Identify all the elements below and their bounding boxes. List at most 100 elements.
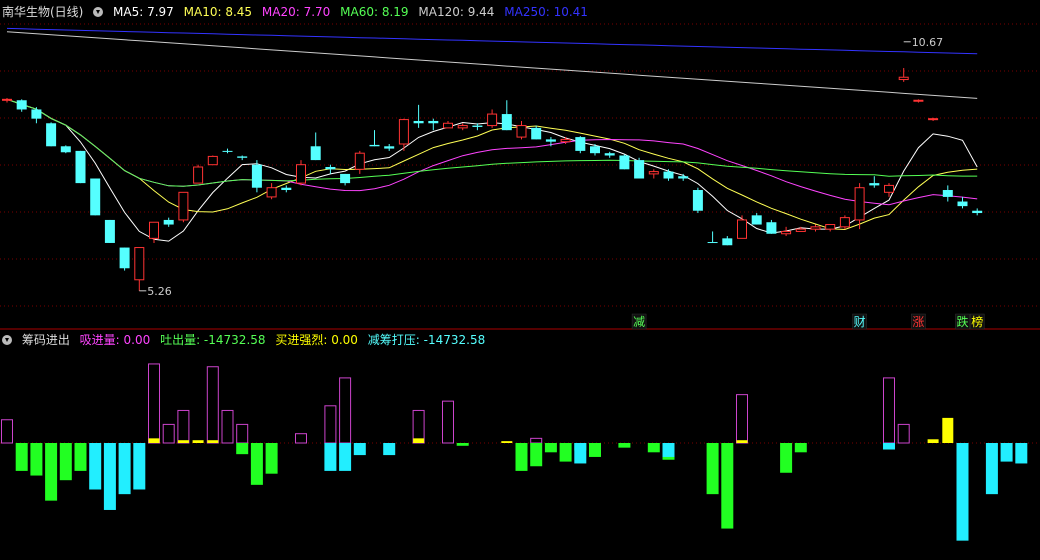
candle-body bbox=[340, 173, 351, 184]
release-bar bbox=[250, 443, 263, 485]
absorb-bar bbox=[412, 409, 425, 444]
candle-body bbox=[604, 153, 615, 156]
candle-body bbox=[149, 221, 159, 239]
candle-body bbox=[207, 155, 218, 166]
absorb-label: 吸进量: 0.00 bbox=[79, 333, 151, 347]
collapse-icon[interactable] bbox=[93, 7, 104, 17]
release-bar bbox=[15, 443, 28, 471]
release-bar bbox=[721, 443, 734, 529]
candle-body bbox=[575, 137, 586, 151]
release-label: 吐出量: -14732.58 bbox=[160, 333, 266, 347]
candle-body bbox=[707, 242, 718, 244]
event-marker: 榜 bbox=[971, 314, 983, 329]
candle-body bbox=[443, 122, 453, 129]
chart-canvas: 5.26 10.67 减 财 涨 跌榜 bbox=[0, 23, 1040, 541]
candle-body bbox=[163, 219, 174, 225]
candle-body bbox=[678, 176, 689, 179]
chart-stage: 5.26 10.67 减 财 涨 跌榜 南华生物(日线) MA5: 7.97 MA10: … bbox=[0, 0, 1040, 556]
candle-body bbox=[16, 100, 27, 110]
candle-body bbox=[737, 219, 747, 239]
sub-title[interactable]: 筹码进出 bbox=[22, 333, 70, 347]
release-bar bbox=[236, 443, 249, 455]
price-annotation: 5.26 bbox=[147, 285, 172, 298]
strong-buy-bar bbox=[927, 439, 939, 443]
candle-body bbox=[501, 114, 512, 131]
candle-body bbox=[2, 98, 12, 101]
press-bar bbox=[324, 443, 337, 471]
absorb-bar bbox=[162, 423, 175, 444]
candle-body bbox=[722, 238, 733, 246]
candle-body bbox=[237, 156, 248, 158]
ma60-label: MA60: 8.19 bbox=[340, 5, 409, 19]
press-bar bbox=[118, 443, 131, 495]
release-bar bbox=[265, 443, 278, 474]
release-bar bbox=[794, 443, 807, 453]
release-bar bbox=[456, 443, 469, 446]
release-bar bbox=[515, 443, 528, 471]
absorb-bar bbox=[883, 377, 895, 444]
press-label: 减筹打压: -14732.58 bbox=[367, 333, 486, 347]
candle-body bbox=[487, 113, 498, 127]
candle-body bbox=[766, 222, 777, 234]
event-marker: 财 bbox=[854, 315, 866, 329]
strong-buy-bar bbox=[177, 440, 189, 443]
candle-body bbox=[795, 228, 806, 232]
candle-body bbox=[531, 127, 542, 140]
press-bar bbox=[662, 443, 675, 457]
candle-body bbox=[354, 152, 365, 170]
release-bar bbox=[74, 443, 87, 471]
candle-body bbox=[46, 123, 57, 147]
strong-buy-bar bbox=[942, 417, 954, 443]
press-bar bbox=[89, 443, 102, 490]
absorb-bar bbox=[897, 423, 910, 444]
absorb-bar bbox=[324, 405, 337, 444]
strong-buy-bar bbox=[148, 438, 160, 443]
strong-buy-bar bbox=[192, 440, 204, 443]
candle-body bbox=[75, 150, 86, 184]
strong-buy-bar bbox=[736, 440, 748, 443]
candle-body bbox=[648, 171, 659, 175]
candle-body bbox=[281, 187, 292, 191]
candle-body bbox=[839, 217, 850, 228]
absorb-bar bbox=[295, 433, 307, 444]
press-bar bbox=[956, 443, 969, 541]
candle-body bbox=[398, 119, 409, 145]
candle-body bbox=[560, 138, 571, 143]
ma250-label: MA250: 10.41 bbox=[504, 5, 588, 19]
collapse-icon[interactable] bbox=[2, 335, 12, 345]
main-title[interactable]: 南华生物(日线) bbox=[2, 5, 83, 19]
absorb-bar bbox=[1, 419, 13, 444]
candle-body bbox=[942, 190, 953, 197]
candle-body bbox=[545, 139, 556, 142]
release-bar bbox=[530, 443, 543, 467]
candle-body bbox=[60, 146, 71, 153]
release-bar bbox=[706, 443, 719, 495]
release-bar bbox=[559, 443, 572, 462]
candle-body bbox=[972, 210, 983, 214]
absorb-bar bbox=[236, 423, 249, 444]
candle-body bbox=[781, 230, 792, 235]
press-bar bbox=[339, 443, 352, 471]
candle-body bbox=[869, 183, 880, 186]
absorb-bar bbox=[148, 363, 160, 444]
press-bar bbox=[1000, 443, 1013, 462]
candle-body bbox=[590, 146, 600, 154]
candle-body bbox=[428, 120, 439, 124]
candle-body bbox=[31, 109, 42, 119]
absorb-bar bbox=[206, 366, 219, 444]
absorb-bar bbox=[177, 409, 190, 444]
candle-body bbox=[663, 171, 674, 179]
candle-body bbox=[384, 146, 395, 149]
release-bar bbox=[780, 443, 793, 473]
candle-body bbox=[810, 226, 821, 230]
ma120-label: MA120: 9.44 bbox=[418, 5, 495, 19]
candle-body bbox=[119, 247, 130, 269]
candle-body bbox=[516, 125, 527, 138]
candle-body bbox=[104, 219, 115, 243]
release-bar bbox=[30, 443, 43, 476]
release-bar bbox=[647, 443, 660, 453]
candle-body bbox=[193, 166, 204, 184]
candle-body bbox=[296, 164, 306, 184]
release-bar bbox=[45, 443, 58, 501]
candle-body bbox=[928, 118, 939, 121]
